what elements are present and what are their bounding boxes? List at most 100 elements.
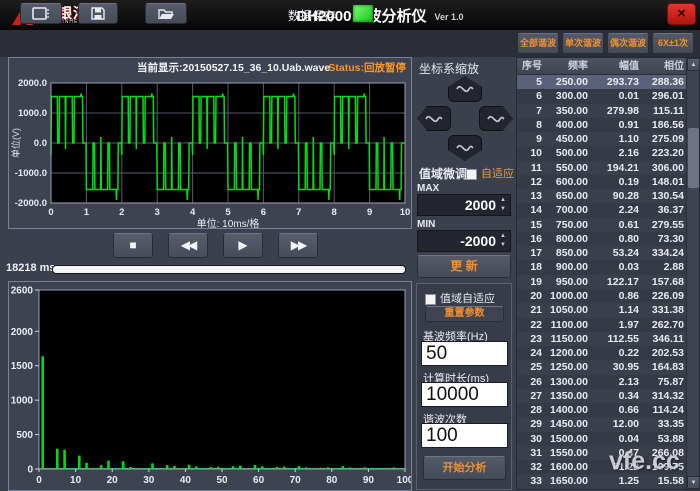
table-row[interactable]: 32 1600.00 81.22 199.75 <box>517 460 687 475</box>
table-row[interactable]: 11 550.00 194.21 306.00 <box>517 161 687 175</box>
zoom-up-button[interactable] <box>448 76 482 102</box>
window-title: DH2000谐波分析仪 Ver 1.0 <box>240 0 520 30</box>
open-file-button[interactable] <box>145 3 187 24</box>
table-row[interactable]: 16 800.00 0.80 73.30 <box>517 231 687 247</box>
table-cell: 10 <box>530 147 542 160</box>
table-cell: 2.88 <box>663 261 684 274</box>
scroll-up-arrow[interactable]: ▲ <box>687 58 700 71</box>
col-header-amplitude[interactable]: 幅值 <box>591 58 642 74</box>
sine-wave-icon <box>425 115 443 122</box>
table-row[interactable]: 24 1200.00 0.22 202.53 <box>517 346 687 361</box>
table-cell: 7 <box>536 104 542 117</box>
reset-params-button[interactable]: 重置参数 <box>425 306 504 322</box>
table-row[interactable]: 21 1050.00 1.14 331.38 <box>517 303 687 317</box>
save-button[interactable] <box>78 3 118 24</box>
zoom-down-button[interactable] <box>448 135 482 161</box>
table-cell: 400.00 <box>555 118 588 131</box>
scroll-thumb[interactable] <box>688 128 699 188</box>
playback-progress-bar[interactable] <box>52 265 406 274</box>
table-cell: 293.73 <box>606 76 639 88</box>
table-row[interactable]: 9 450.00 1.10 275.09 <box>517 132 687 146</box>
table-cell: 0.19 <box>618 175 639 188</box>
field-input-2[interactable] <box>421 423 508 448</box>
table-cell: 450.00 <box>555 133 588 146</box>
table-row[interactable]: 31 1550.00 0.47 266.08 <box>517 446 687 460</box>
waveform-panel: 当前显示:20150527.15_36_10.Uab.wave Status:回… <box>8 57 412 229</box>
svg-text:单位: 10ms/格: 单位: 10ms/格 <box>197 217 260 228</box>
min-spinbox[interactable]: -2000 ▲ ▼ <box>417 230 511 252</box>
harmonic-filter-button-1[interactable]: 单次谐波 <box>562 33 604 54</box>
auto-range-checkbox-row[interactable]: 自适应 <box>466 165 514 181</box>
table-cell: 13 <box>530 190 542 203</box>
table-cell: 130.54 <box>651 190 684 203</box>
harmonic-filter-button-3[interactable]: 6X±1次 <box>652 33 694 54</box>
table-cell: 31 <box>530 446 542 459</box>
table-cell: 90.28 <box>612 190 639 203</box>
table-cell: 114.24 <box>652 404 684 417</box>
value-autorange-checkbox[interactable] <box>425 293 436 305</box>
table-row[interactable]: 29 1450.00 12.00 33.35 <box>517 417 687 431</box>
table-row[interactable]: 17 850.00 53.24 334.24 <box>517 246 687 260</box>
table-row[interactable]: 20 1000.00 0.86 226.09 <box>517 288 687 304</box>
table-row[interactable]: 6 300.00 0.01 296.01 <box>517 89 687 104</box>
zoom-right-button[interactable] <box>479 106 513 131</box>
table-cell: 1450.00 <box>550 418 588 431</box>
table-row[interactable]: 26 1300.00 2.13 75.87 <box>517 374 687 389</box>
stop-button[interactable]: ■ <box>113 233 153 258</box>
table-row[interactable]: 8 400.00 0.91 186.56 <box>517 117 687 133</box>
table-row[interactable]: 15 750.00 0.61 279.55 <box>517 218 687 232</box>
harmonic-filter-button-2[interactable]: 偶次谐波 <box>607 33 649 54</box>
table-row[interactable]: 18 900.00 0.03 2.88 <box>517 260 687 275</box>
update-button[interactable]: 更 新 <box>417 255 511 278</box>
table-cell: 0.22 <box>618 347 639 360</box>
col-header-index[interactable]: 序号 <box>517 58 545 74</box>
table-cell: 1550.00 <box>550 446 588 459</box>
max-spinner-arrows[interactable]: ▲ ▼ <box>498 196 508 214</box>
table-row[interactable]: 14 700.00 2.24 36.37 <box>517 203 687 218</box>
field-input-1[interactable] <box>421 382 508 407</box>
table-cell: 26 <box>530 375 542 388</box>
table-row[interactable]: 27 1350.00 0.34 314.32 <box>517 389 687 403</box>
harmonic-filter-button-0[interactable]: 全部谐波 <box>517 33 559 54</box>
table-row[interactable]: 5 250.00 293.73 288.36 <box>517 75 687 90</box>
table-row[interactable]: 22 1100.00 1.97 262.70 <box>517 317 687 332</box>
col-header-phase[interactable]: 相位 <box>642 58 687 74</box>
table-row[interactable]: 33 1650.00 1.25 15.58 <box>517 474 687 488</box>
table-cell: 346.11 <box>652 332 684 345</box>
table-row[interactable]: 28 1400.00 0.66 114.24 <box>517 403 687 418</box>
zoom-left-button[interactable] <box>417 106 451 131</box>
table-row[interactable]: 12 600.00 0.19 148.01 <box>517 174 687 190</box>
auto-range-checkbox[interactable] <box>466 168 477 180</box>
table-cell: 1150.00 <box>550 332 588 345</box>
close-button[interactable]: × <box>667 3 696 25</box>
table-row[interactable]: 23 1150.00 112.55 346.11 <box>517 332 687 346</box>
table-cell: 20 <box>530 289 542 302</box>
table-cell: 12 <box>530 175 542 188</box>
table-row[interactable]: 25 1250.00 30.95 164.83 <box>517 360 687 374</box>
min-spinner-arrows[interactable]: ▲ ▼ <box>498 232 508 250</box>
rewind-button[interactable]: ◀◀ <box>168 233 208 258</box>
table-row[interactable]: 7 350.00 279.98 115.11 <box>517 104 687 118</box>
table-row[interactable]: 10 500.00 2.16 223.20 <box>517 146 687 161</box>
table-row[interactable]: 13 650.00 90.28 130.54 <box>517 189 687 203</box>
value-autorange-row[interactable]: 值域自适应 <box>425 290 495 306</box>
table-row[interactable]: 30 1500.00 0.04 53.88 <box>517 431 687 446</box>
svg-text:9: 9 <box>367 207 372 218</box>
table-cell: 32 <box>530 461 542 474</box>
table-row[interactable]: 19 950.00 122.17 157.68 <box>517 275 687 289</box>
max-spinbox[interactable]: 2000 ▲ ▼ <box>417 194 511 216</box>
spectrum-panel: 0 500 1000 1500 2000 2600 0 10 20 30 40 50 60 70 80 90 1… <box>8 281 412 491</box>
field-input-0[interactable] <box>421 341 508 366</box>
device-button[interactable] <box>20 3 62 24</box>
table-cell: 6 <box>536 90 542 103</box>
play-button[interactable]: ▶ <box>223 233 263 258</box>
table-scrollbar[interactable]: ▲ ▼ <box>686 58 700 489</box>
table-cell: 1.10 <box>618 133 639 146</box>
playback-status-label: Status:回放暂停 <box>328 62 406 74</box>
svg-text:30: 30 <box>143 475 155 486</box>
scroll-down-arrow[interactable]: ▼ <box>687 476 700 489</box>
start-analysis-button[interactable]: 开始分析 <box>423 456 506 480</box>
col-header-frequency[interactable]: 频率 <box>545 58 591 74</box>
svg-text:6: 6 <box>261 207 266 218</box>
fast-forward-button[interactable]: ▶▶ <box>278 233 318 258</box>
